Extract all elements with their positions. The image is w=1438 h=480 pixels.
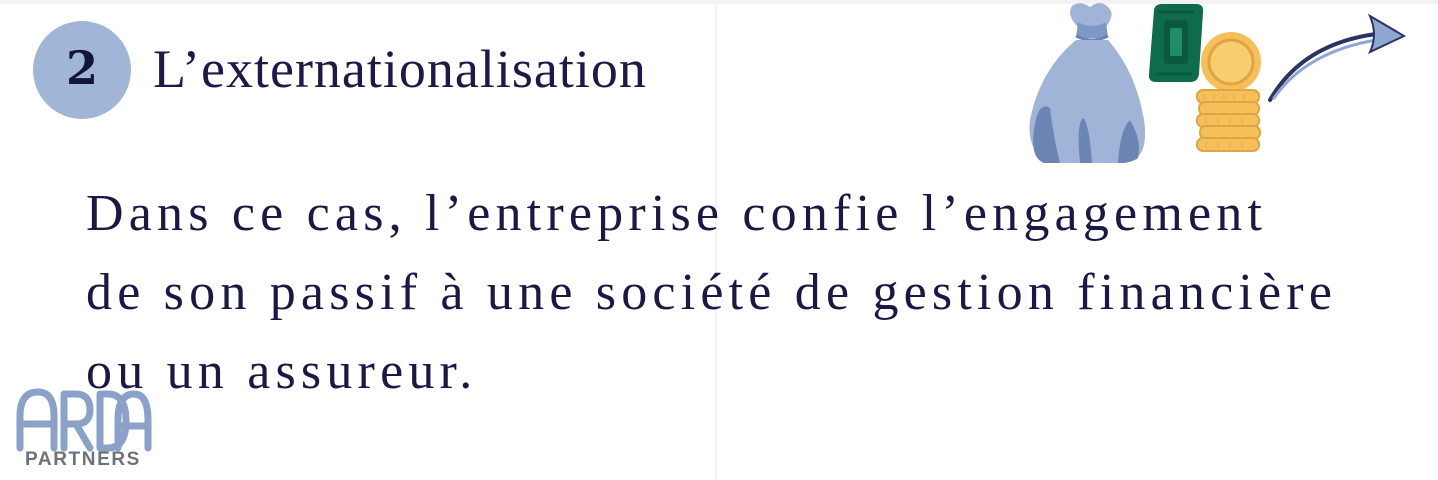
step-badge: 2 xyxy=(33,21,131,119)
banknote-icon xyxy=(1148,4,1204,82)
money-bag-icon xyxy=(1029,3,1146,163)
body-line: Dans ce cas, l’entreprise confie l’engag… xyxy=(86,185,1268,242)
coin-stack-icon xyxy=(1196,32,1261,152)
body-line: de son passif à une société de gestion f… xyxy=(86,264,1338,321)
logo-mark xyxy=(16,388,152,452)
money-illustration xyxy=(1029,3,1407,163)
step-number: 2 xyxy=(65,41,98,95)
logo-caption: PARTNERS xyxy=(25,449,141,470)
body-line: ou un assureur. xyxy=(86,343,478,400)
page: 2 L’externationalisation Dans ce cas, l’… xyxy=(0,0,1438,480)
body-paragraph: Dans ce cas, l’entreprise confie l’engag… xyxy=(86,174,1426,411)
company-logo: PARTNERS xyxy=(12,384,154,474)
section-title: L’externationalisation xyxy=(153,39,647,99)
arrow-up-right-icon xyxy=(1268,13,1407,102)
